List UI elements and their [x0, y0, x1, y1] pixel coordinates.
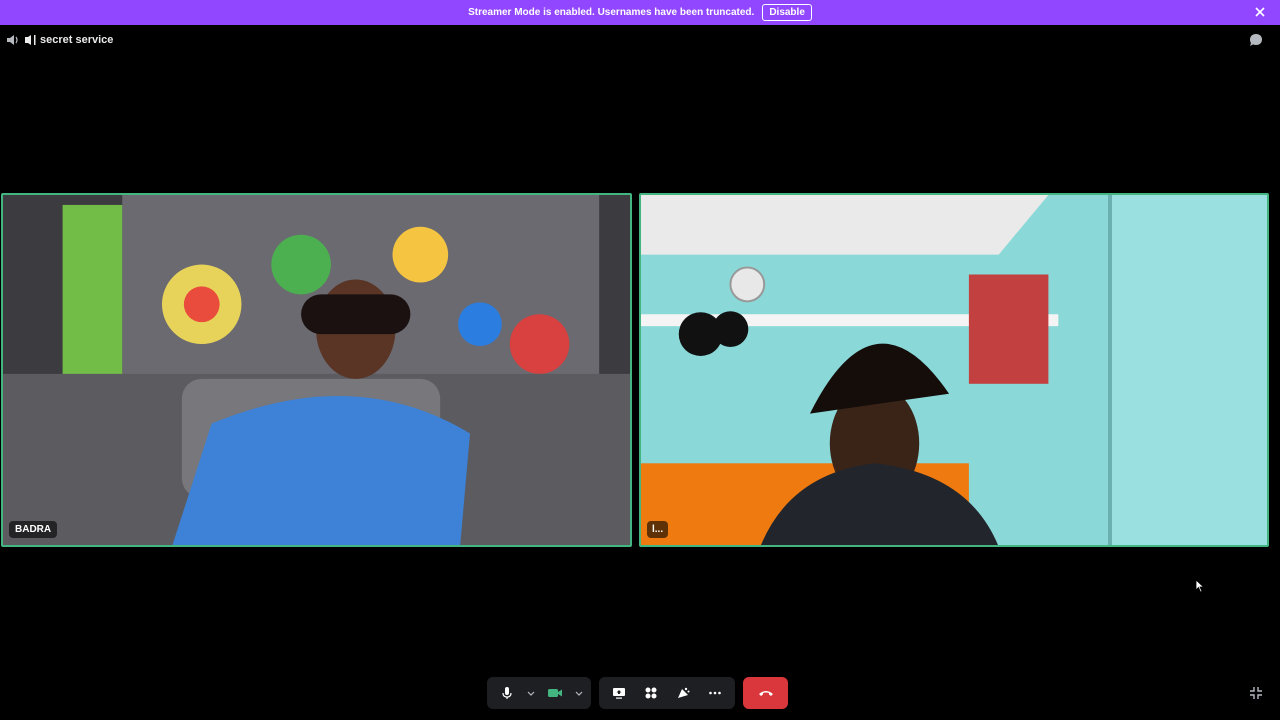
screen-share-icon	[613, 688, 625, 699]
screen-share-button[interactable]	[605, 679, 633, 707]
participant-video-feed	[3, 195, 630, 545]
video-tile-participant-1[interactable]: BADRA	[1, 193, 632, 547]
banner-message: Streamer Mode is enabled. Usernames have…	[468, 7, 755, 18]
video-camera-icon	[548, 689, 562, 697]
video-settings-dropdown[interactable]	[573, 679, 585, 707]
speaker-icon[interactable]	[6, 33, 20, 47]
soundboard-button[interactable]	[669, 679, 697, 707]
participant-name-tag: BADRA	[9, 521, 58, 538]
mouse-cursor-icon	[1195, 579, 1205, 593]
participant-name-tag: l...	[647, 521, 669, 538]
exit-fullscreen-icon[interactable]	[1249, 686, 1263, 700]
close-icon[interactable]	[1254, 6, 1266, 18]
microphone-icon	[502, 687, 512, 699]
streamer-mode-banner: Streamer Mode is enabled. Usernames have…	[0, 0, 1280, 25]
channel-voice-icon	[25, 35, 36, 45]
video-tile-participant-2[interactable]: l...	[639, 193, 1269, 547]
activities-button[interactable]	[637, 679, 665, 707]
leave-call-icon	[758, 691, 773, 696]
more-icon	[709, 691, 721, 695]
camera-button[interactable]	[541, 679, 569, 707]
channel-name: secret service	[40, 34, 114, 46]
chevron-down-icon	[527, 691, 535, 696]
chat-icon[interactable]	[1249, 33, 1263, 47]
disable-streamer-mode-button[interactable]: Disable	[762, 4, 812, 21]
mute-button[interactable]	[493, 679, 521, 707]
soundboard-icon	[678, 687, 690, 698]
audio-settings-dropdown[interactable]	[525, 679, 537, 707]
call-controls	[487, 677, 788, 709]
participant-video-feed	[641, 195, 1267, 545]
audio-video-controls	[487, 677, 591, 709]
call-header: secret service	[0, 31, 1280, 51]
leave-call-button[interactable]	[743, 677, 788, 709]
more-options-button[interactable]	[701, 679, 729, 707]
activity-controls	[599, 677, 735, 709]
chevron-down-icon	[575, 691, 583, 696]
activities-icon	[645, 687, 657, 699]
